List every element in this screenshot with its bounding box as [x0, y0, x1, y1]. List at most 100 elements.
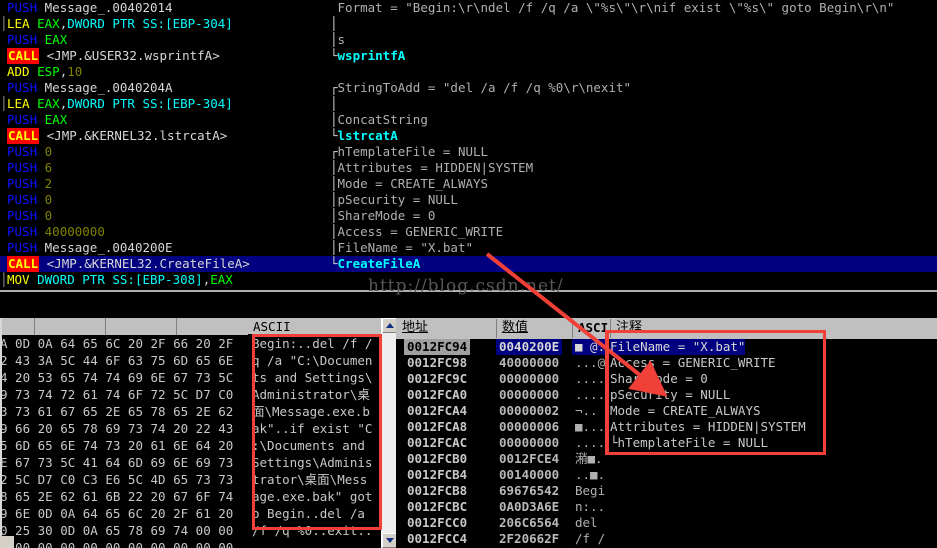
stack-pane[interactable]: 地址 数值 ASCI 注释 0012FC94 0040200E ■ @. FileNa… — [396, 318, 937, 548]
dump-hex-row: A 0D 0A 64 65 6C 20 2F 66 20 2F — [0, 336, 234, 351]
stack-row[interactable]: 0012FC9C 00000000.... ShareMode = 0 — [396, 371, 937, 387]
dump-scrollbar[interactable] — [381, 318, 397, 548]
instruction-operand: EAX — [37, 16, 60, 31]
stack-value: 69676542 — [499, 483, 560, 498]
disassembly-line[interactable]: PUSH EAX — [0, 32, 330, 48]
stack-address: 0012FCBC — [407, 499, 468, 514]
argument-comment-line: │ — [330, 96, 937, 112]
argument-text: StringToAdd = "del /a /f /q %0\r\nexit" — [337, 80, 632, 95]
disassembly-line[interactable]: PUSH 0 — [0, 208, 330, 224]
dump-hex-row: 8 65 2E 62 61 6B 22 20 67 6F 74 — [0, 489, 234, 504]
disassembly-line[interactable]: LEA EAX,DWORD PTR SS:[EBP-304] — [0, 96, 330, 112]
disassembly-line[interactable]: PUSH Message_.0040200E — [0, 240, 330, 256]
jump-marker-icon — [0, 272, 7, 288]
disassembly-line[interactable]: CALL <JMP.&KERNEL32.lstrcatA> — [0, 128, 330, 144]
jump-marker-icon — [0, 16, 7, 32]
stack-comment: Attributes = HIDDEN|SYSTEM — [610, 419, 806, 434]
stack-rows[interactable]: 0012FC94 0040200E ■ @. FileName = "X.bat" 00… — [396, 339, 937, 547]
instruction-mnemonic: PUSH — [7, 192, 38, 207]
stack-column-header[interactable]: 地址 数值 ASCI 注释 — [396, 318, 937, 340]
instruction-mnemonic: PUSH — [7, 112, 38, 127]
dump-hex-row: 9 73 74 72 61 74 6F 72 5C D7 C0 — [0, 387, 234, 402]
stack-value: 00000006 — [499, 419, 560, 434]
argument-text: Mode = CREATE_ALWAYS — [337, 176, 489, 191]
bracket-glyph: │ — [330, 112, 338, 127]
disassembly-line[interactable]: PUSH 6 — [0, 160, 330, 176]
stack-row[interactable]: 0012FCB0 0012FCE4 潲■. — [396, 451, 937, 467]
stack-ascii: ■... — [575, 419, 606, 434]
stack-row[interactable]: 0012FCA4 00000002 ¬.. Mode = CREATE_ALWAYS — [396, 403, 937, 419]
disassembly-line[interactable]: LEA EAX,DWORD PTR SS:[EBP-304] — [0, 16, 330, 32]
disassembly-line[interactable]: PUSH 0 — [0, 144, 330, 160]
disassembly-line[interactable]: PUSH Message_.00402014 — [0, 0, 330, 16]
argument-comment-line: │ShareMode = 0 — [330, 208, 937, 224]
instruction-operand: Message_.0040200E — [44, 240, 173, 255]
stack-row[interactable]: 0012FCB8 69676542 Begi — [396, 483, 937, 499]
stack-row[interactable]: 0012FCBC 0A0D3A6E n:.. — [396, 499, 937, 515]
stack-row[interactable]: 0012FC98 40000000 ...@ Access = GENERIC_WRI… — [396, 355, 937, 371]
stack-row[interactable]: 0012FCAC 00000000.... └hTemplateFile = NUL… — [396, 435, 937, 451]
bracket-glyph: │ — [330, 160, 338, 175]
disassembly-line[interactable]: PUSH 0 — [0, 192, 330, 208]
bracket-glyph: └ — [330, 128, 338, 143]
instruction-mnemonic: MOV — [7, 272, 30, 287]
stack-row[interactable]: 0012FCA8 00000006 ■... Attributes = HIDDEN|… — [396, 419, 937, 435]
scroll-down-button[interactable] — [382, 533, 397, 548]
disassembly-line[interactable]: CALL <JMP.&USER32.wsprintfA> — [0, 48, 330, 64]
dump-column-header — [0, 318, 248, 336]
scroll-up-button[interactable] — [382, 318, 397, 333]
disassembly-line[interactable]: PUSH 40000000 — [0, 224, 330, 240]
stack-row[interactable]: 0012FCB4 00140000 ..■. — [396, 467, 937, 483]
argument-comment-line: Format = "Begin:\r\ndel /f /q /a \"%s\"\… — [330, 0, 937, 16]
stack-header-comment[interactable]: 注释 — [610, 318, 937, 339]
disassembly-arguments-column[interactable]: Format = "Begin:\r\ndel /f /q /a \"%s\"\… — [330, 0, 937, 288]
argument-text: lstrcatA — [337, 128, 398, 143]
instruction-operand: <JMP.&USER32.wsprintfA> — [46, 48, 220, 63]
stack-row[interactable]: 0012FCC4 2F20662F/f / — [396, 531, 937, 547]
disassembly-line[interactable]: ADD ESP,10 — [0, 64, 330, 80]
memory-dump-pane[interactable]: A 0D 0A 64 65 6C 20 2F 66 20 2F 2 43 3A 5… — [0, 318, 248, 548]
disassembly-line[interactable]: PUSH Message_.0040204A — [0, 80, 330, 96]
argument-comment-line: │ — [330, 16, 937, 32]
instruction-operand: 0 — [44, 192, 53, 207]
dump-ascii-column[interactable]: ASCII Begin:..del /f / q /a "C:\Documen ts… — [248, 318, 381, 548]
disassembly-status-line: reateFileA> — [0, 296, 937, 330]
disassembly-mnemonic-column[interactable]: PUSH Message_.00402014LEA EAX,DWORD PTR … — [0, 0, 330, 288]
stack-header-address[interactable]: 地址 — [396, 318, 496, 339]
stack-address: 0012FCC0 — [407, 515, 468, 530]
disassembly-line[interactable]: PUSH 2 — [0, 176, 330, 192]
instruction-mnemonic: LEA — [7, 16, 30, 31]
dump-ascii-row: ts and Settings\ — [252, 370, 373, 385]
stack-header-value[interactable]: 数值 — [496, 318, 572, 339]
dump-hex-row: 2 5C D7 C0 C3 E6 5C 4D 65 73 73 — [0, 472, 234, 487]
instruction-operand: DWORD PTR SS: — [67, 16, 166, 31]
stack-header-ascii[interactable]: ASCI — [572, 318, 610, 339]
stack-ascii: /f / — [575, 531, 606, 546]
argument-comment-line: ┌hTemplateFile = NULL — [330, 144, 937, 160]
disassembly-pane[interactable]: PUSH Message_.00402014LEA EAX,DWORD PTR … — [0, 0, 937, 296]
disassembly-line[interactable]: CALL <JMP.&KERNEL32.CreateFileA> — [0, 256, 330, 272]
stack-address: 0012FCB0 — [407, 451, 468, 466]
stack-address: 0012FCA4 — [407, 403, 468, 418]
dump-hex-row: 9 66 20 65 78 69 73 74 20 22 43 — [0, 421, 234, 436]
chevron-down-icon — [386, 538, 394, 543]
argument-text: ConcatString — [337, 112, 428, 127]
disassembly-line[interactable]: MOV DWORD PTR SS:[EBP-308],EAX — [0, 272, 330, 288]
bracket-glyph — [330, 272, 338, 287]
instruction-operand: 10 — [67, 64, 83, 79]
disassembly-line[interactable]: PUSH EAX — [0, 112, 330, 128]
ascii-column-header: ASCII — [248, 318, 381, 335]
stack-row[interactable]: 0012FCC0 206C6564 del — [396, 515, 937, 531]
bracket-glyph: │ — [330, 16, 338, 31]
dump-ascii-rows: Begin:..del /f / q /a "C:\Documen ts and S… — [252, 335, 372, 548]
argument-text: FileName = "X.bat" — [337, 240, 473, 255]
dump-hex-row: 0 00 00 00 00 00 00 00 00 00 00 — [0, 540, 234, 548]
stack-row[interactable]: 0012FC94 0040200E ■ @. FileName = "X.bat" — [396, 339, 937, 355]
stack-address: 0012FC94 — [404, 339, 471, 355]
stack-row[interactable]: 0012FCA0 00000000.... pSecurity = NULL — [396, 387, 937, 403]
